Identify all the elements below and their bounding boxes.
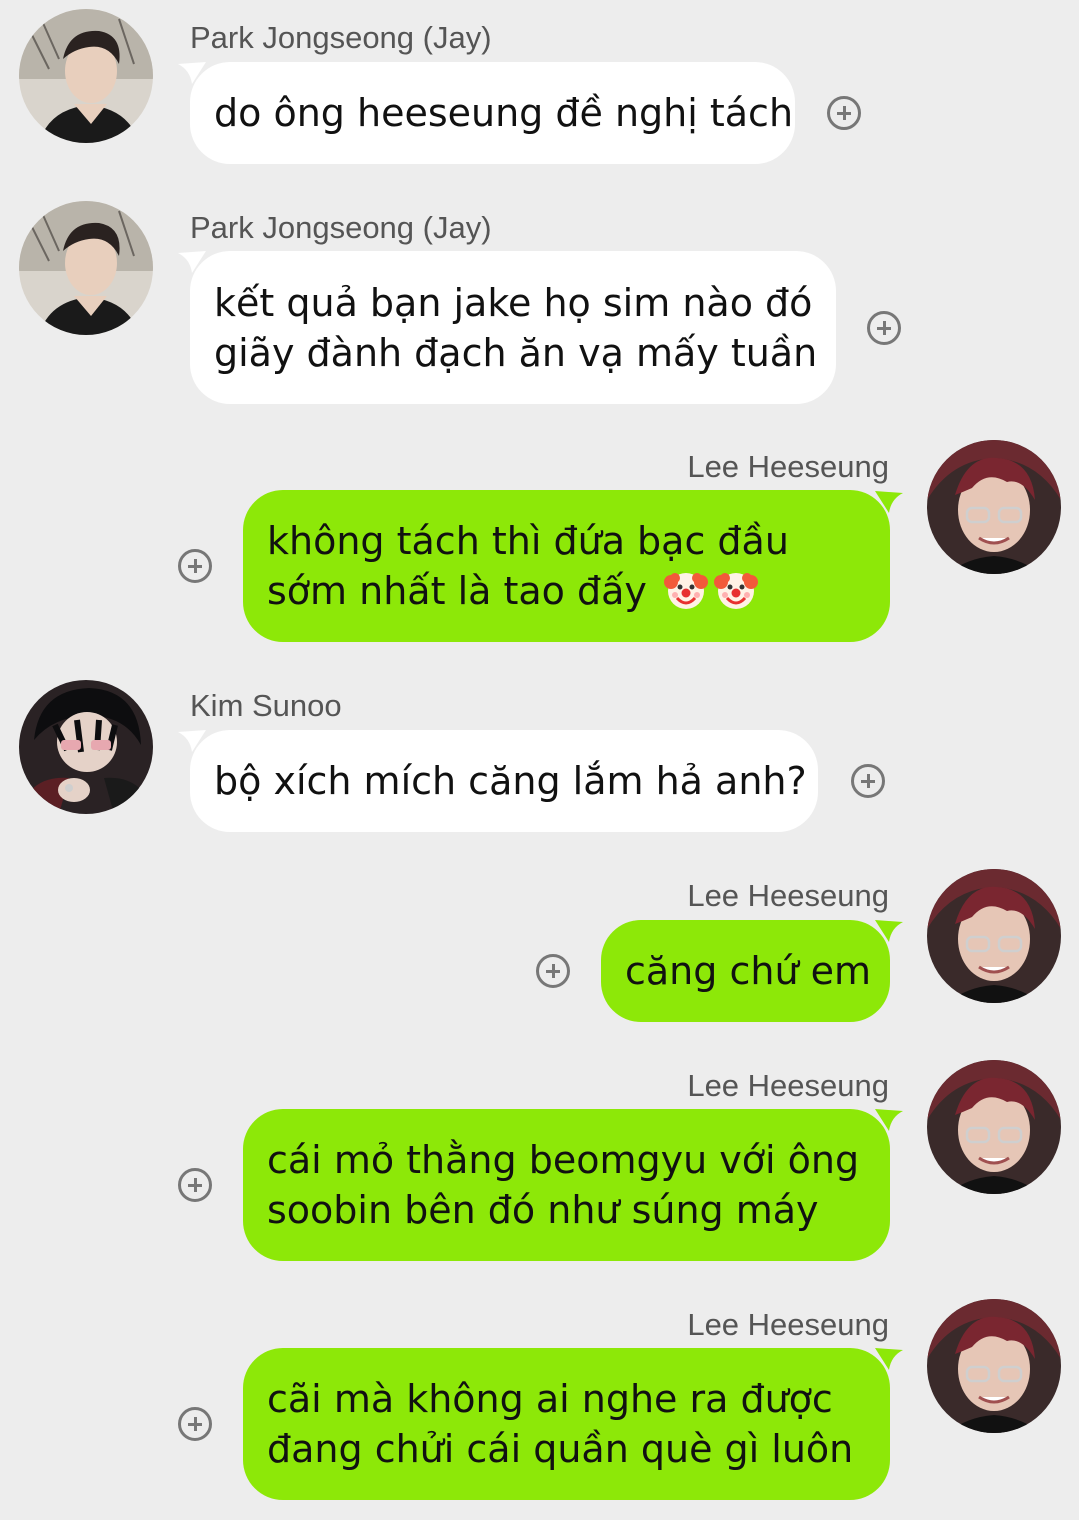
plus-circle-icon[interactable] [827, 96, 861, 130]
message-text: bộ xích mích căng lắm hả anh? [214, 759, 807, 803]
message-text: căng chứ em [625, 949, 871, 993]
sender-name: Lee Heeseung [687, 1307, 889, 1342]
message-bubble[interactable]: do ông heeseung đề nghị tách [190, 62, 795, 164]
sender-name: Park Jongseong (Jay) [190, 210, 492, 245]
sender-name: Kim Sunoo [190, 688, 342, 723]
message-text: kết quả bạn jake họ sim nào đó [214, 280, 813, 325]
avatar[interactable] [927, 1299, 1061, 1433]
avatar[interactable] [19, 9, 153, 143]
message-text: cãi mà không ai nghe ra được [267, 1377, 833, 1421]
message-bubble[interactable]: bộ xích mích căng lắm hả anh? [190, 730, 818, 832]
message-text: đang chửi cái quần què gì luôn [267, 1427, 854, 1471]
message-bubble[interactable]: căng chứ em [601, 920, 890, 1022]
message-text: giãy đành đạch ăn vạ mấy tuần [214, 330, 818, 375]
sender-name: Park Jongseong (Jay) [190, 20, 492, 55]
plus-circle-icon[interactable] [178, 549, 212, 583]
message-text: không tách thì đứa bạc đầu [267, 519, 789, 563]
plus-circle-icon[interactable] [851, 764, 885, 798]
avatar[interactable] [927, 1060, 1061, 1194]
message-bubble[interactable]: cãi mà không ai nghe ra được đang chửi c… [243, 1348, 890, 1500]
message-text: sớm nhất là tao đấy [267, 569, 647, 613]
message-bubble[interactable]: không tách thì đứa bạc đầu sớm nhất là t… [243, 490, 890, 642]
message-text: soobin bên đó như súng máy [267, 1188, 819, 1232]
plus-circle-icon[interactable] [178, 1407, 212, 1441]
avatar[interactable] [19, 680, 153, 814]
avatar[interactable] [927, 869, 1061, 1003]
message-text-line: sớm nhất là tao đấy [267, 566, 866, 616]
plus-circle-icon[interactable] [178, 1168, 212, 1202]
message-bubble[interactable]: kết quả bạn jake họ sim nào đó giãy đành… [190, 251, 836, 404]
plus-circle-icon[interactable] [867, 311, 901, 345]
message-bubble[interactable]: cái mỏ thằng beomgyu với ông soobin bên … [243, 1109, 890, 1261]
message-text: do ông heeseung đề nghị tách [214, 91, 794, 135]
plus-circle-icon[interactable] [536, 954, 570, 988]
avatar[interactable] [927, 440, 1061, 574]
avatar[interactable] [19, 201, 153, 335]
sender-name: Lee Heeseung [687, 878, 889, 913]
clown-face-emoji [663, 566, 709, 612]
sender-name: Lee Heeseung [687, 449, 889, 484]
clown-face-emoji [713, 566, 759, 612]
message-text: cái mỏ thằng beomgyu với ông [267, 1138, 860, 1182]
sender-name: Lee Heeseung [687, 1068, 889, 1103]
